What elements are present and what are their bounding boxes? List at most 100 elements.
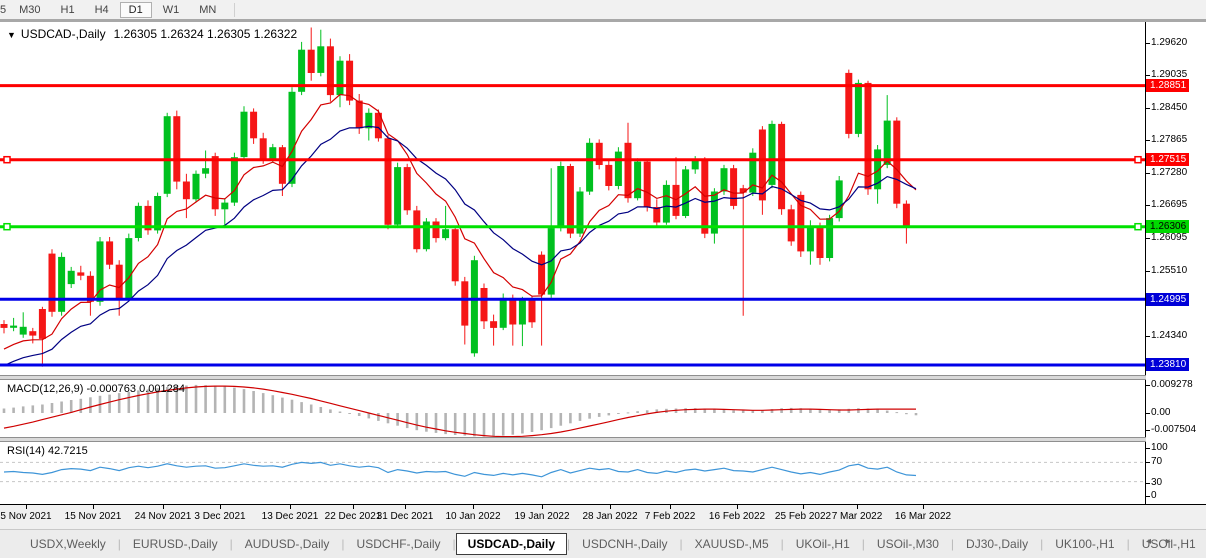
price-axis[interactable]: 1.296201.290351.284501.278651.272801.266… — [1146, 22, 1206, 504]
macd-histogram-bar — [905, 413, 908, 414]
date-label: 25 Feb 2022 — [775, 511, 831, 522]
date-label: 15 Nov 2021 — [65, 511, 122, 522]
candle-body — [241, 112, 248, 157]
chart-tab-usoil-m30[interactable]: USOil-,M30 — [865, 533, 951, 555]
axis-tick — [1146, 496, 1150, 497]
macd-histogram-bar — [896, 412, 899, 413]
candle-body — [413, 210, 420, 249]
candle-body — [125, 238, 132, 298]
macd-histogram-bar — [243, 389, 246, 413]
timeframe-button-partial[interactable]: 5 — [0, 3, 9, 17]
date-label: 7 Mar 2022 — [832, 511, 883, 522]
candle-body — [653, 207, 660, 223]
macd-histogram-bar — [521, 413, 524, 434]
candle-body — [164, 116, 171, 194]
price-axis-label: 1.27280 — [1151, 167, 1187, 178]
rsi-indicator-canvas — [0, 442, 1145, 504]
macd-histogram-bar — [598, 413, 601, 417]
macd-histogram-bar — [723, 410, 726, 413]
price-level-badge: 1.28851 — [1146, 79, 1189, 92]
candle-body — [385, 138, 392, 225]
date-axis[interactable]: 5 Nov 202115 Nov 202124 Nov 20213 Dec 20… — [0, 505, 1206, 526]
line-handle[interactable] — [1135, 224, 1141, 230]
candle-body — [893, 121, 900, 204]
chart-tab-usdcnh-daily[interactable]: USDCNH-,Daily — [570, 533, 679, 555]
macd-histogram-bar — [320, 407, 323, 413]
macd-histogram-bar — [646, 410, 649, 413]
chevron-down-icon[interactable]: ▼ — [7, 30, 16, 40]
macd-histogram-bar — [348, 413, 351, 414]
timeframe-button-d1[interactable]: D1 — [120, 2, 152, 18]
candle-body — [855, 83, 862, 134]
macd-histogram-bar — [617, 413, 620, 414]
chart-tab-usdx-weekly[interactable]: USDX,Weekly — [18, 533, 118, 555]
macd-histogram-bar — [41, 405, 44, 414]
macd-histogram-bar — [540, 413, 543, 430]
price-level-badge: 1.26306 — [1146, 220, 1189, 233]
chart-tab-ukoil-h1[interactable]: UKOil-,H1 — [784, 533, 862, 555]
candle-body — [356, 101, 363, 129]
chart-tab-eurusd-daily[interactable]: EURUSD-,Daily — [121, 533, 230, 555]
timeframe-button-h1[interactable]: H1 — [52, 2, 84, 18]
chart-tab-xauusd-m5[interactable]: XAUUSD-,M5 — [683, 533, 781, 555]
candle-body — [250, 112, 257, 139]
macd-histogram-bar — [272, 395, 275, 413]
candle-body — [634, 162, 641, 199]
candle-body — [58, 257, 65, 312]
macd-histogram-bar — [291, 400, 294, 413]
chart-tab-bar: USDX,Weekly|EURUSD-,Daily|AUDUSD-,Daily|… — [0, 529, 1206, 558]
candle-body — [605, 165, 612, 186]
candle-body — [519, 300, 526, 324]
macd-histogram-bar — [742, 411, 745, 413]
candle-body — [826, 218, 833, 258]
candle-body — [509, 298, 516, 325]
date-label: 16 Feb 2022 — [709, 511, 765, 522]
timeframe-button-m30[interactable]: M30 — [10, 2, 49, 18]
price-chart-canvas — [0, 22, 1145, 375]
candle-body — [183, 182, 190, 200]
macd-histogram-bar — [627, 412, 630, 413]
macd-histogram-bar — [377, 413, 380, 421]
candle-body — [490, 321, 497, 328]
macd-histogram-bar — [185, 386, 188, 414]
macd-histogram-bar — [233, 388, 236, 413]
timeframe-button-h4[interactable]: H4 — [86, 2, 118, 18]
candle-body — [481, 288, 488, 321]
candle-body — [173, 116, 180, 181]
line-handle[interactable] — [4, 157, 10, 163]
candle-body — [221, 203, 228, 210]
date-tick — [670, 505, 671, 509]
candle-body — [337, 61, 344, 95]
macd-histogram-bar — [118, 393, 121, 413]
macd-histogram-bar — [915, 413, 918, 415]
chart-tab-usdcad-daily[interactable]: USDCAD-,Daily — [456, 533, 567, 555]
axis-tick — [1146, 385, 1150, 386]
date-tick — [610, 505, 611, 509]
macd-histogram-bar — [588, 413, 591, 419]
line-handle[interactable] — [4, 224, 10, 230]
macd-histogram-bar — [406, 413, 409, 428]
chart-tab-usdchf-daily[interactable]: USDCHF-,Daily — [345, 533, 453, 555]
timeframe-button-w1[interactable]: W1 — [154, 2, 189, 18]
candle-body — [433, 222, 440, 239]
macd-histogram-bar — [550, 413, 553, 428]
line-handle[interactable] — [1135, 157, 1141, 163]
tab-scroll-arrows[interactable]: ◂ ▸ — [1146, 536, 1177, 547]
macd-histogram-bar — [204, 385, 207, 413]
chart-tab-audusd-daily[interactable]: AUDUSD-,Daily — [233, 533, 342, 555]
timeframe-toolbar: 5M30H1H4D1W1MN — [0, 0, 1206, 19]
price-axis-label: 1.29620 — [1151, 37, 1187, 48]
macd-histogram-bar — [128, 392, 131, 413]
macd-histogram-bar — [108, 395, 111, 413]
candle-body — [260, 138, 267, 159]
macd-histogram-bar — [512, 413, 515, 435]
timeframe-button-mn[interactable]: MN — [190, 2, 225, 18]
candle-body — [452, 229, 459, 281]
candle-body — [596, 143, 603, 165]
macd-histogram-bar — [310, 405, 313, 414]
chart-tab-uk100-h1[interactable]: UK100-,H1 — [1043, 533, 1126, 555]
chart-tab-dj30-daily[interactable]: DJ30-,Daily — [954, 533, 1040, 555]
macd-histogram-bar — [473, 413, 476, 436]
date-tick — [473, 505, 474, 509]
macd-histogram-bar — [569, 413, 572, 423]
